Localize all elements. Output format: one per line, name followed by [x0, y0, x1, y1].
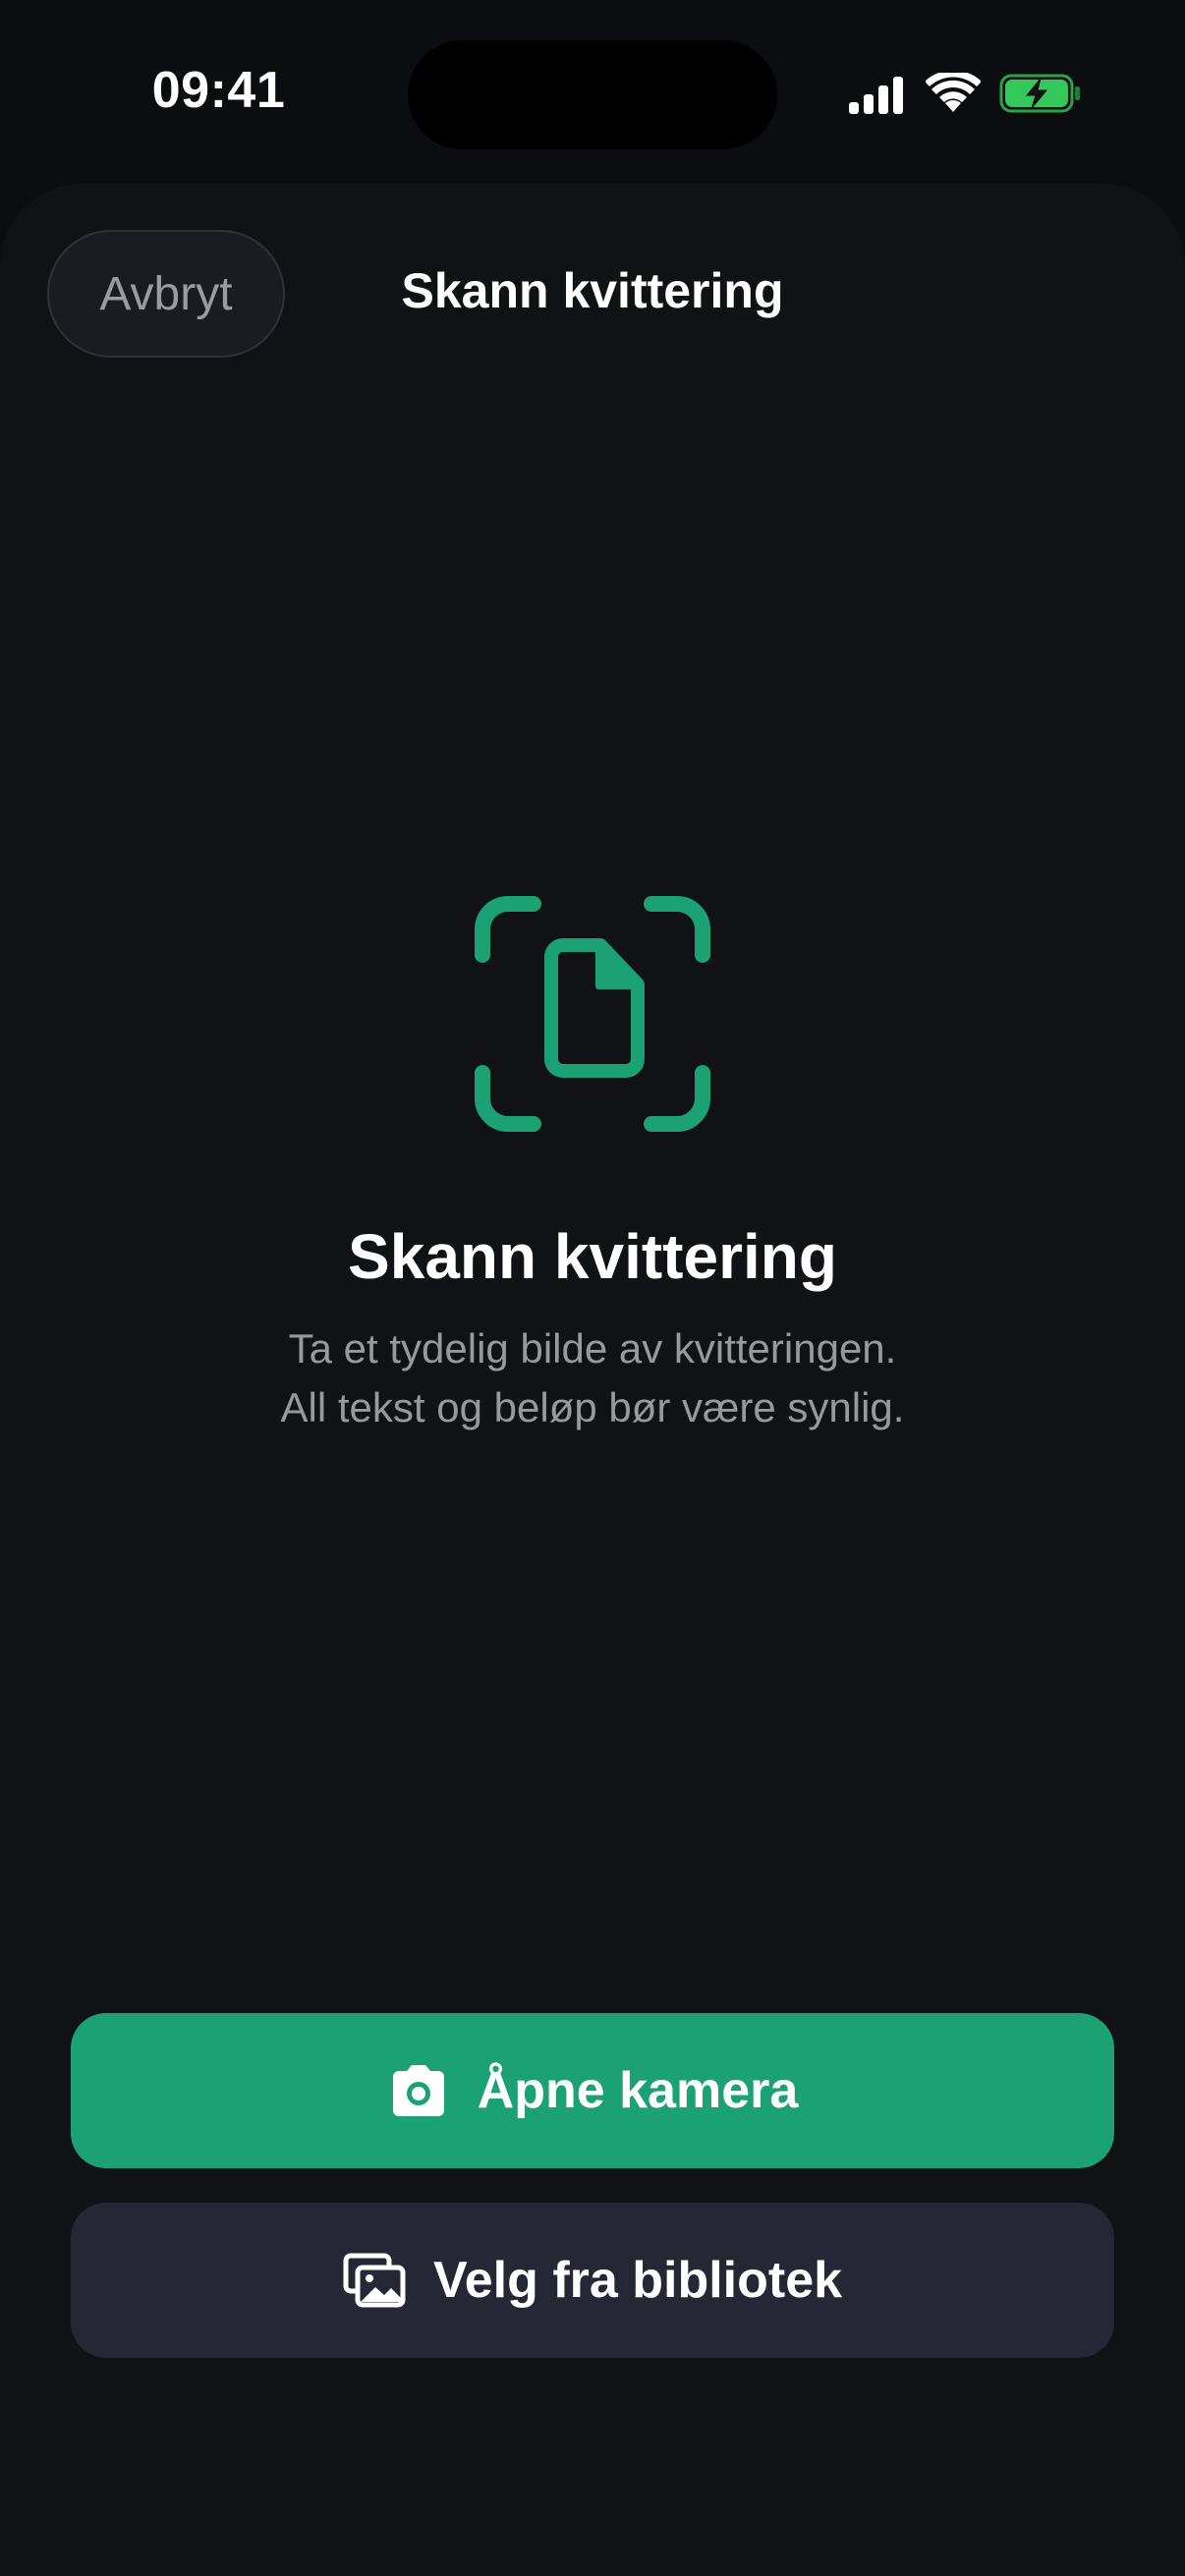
dynamic-island [408, 40, 777, 149]
modal-sheet: Avbryt Skann kvittering Skann kvittering… [0, 184, 1185, 2576]
battery-charging-icon [999, 74, 1080, 113]
hero-subtitle-line-1: Ta et tydelig bilde av kvitteringen. [288, 1325, 897, 1372]
status-time: 09:41 [151, 62, 286, 119]
cancel-button[interactable]: Avbryt [47, 230, 285, 358]
open-camera-button[interactable]: Åpne kamera [71, 2013, 1114, 2168]
choose-from-library-label: Velg fra bibliotek [432, 2252, 843, 2309]
hero-subtitle-line-2: All tekst og beløp bør være synlig. [280, 1384, 905, 1430]
camera-icon [392, 2065, 444, 2116]
nav-title: Skann kvittering [401, 263, 784, 318]
scan-receipt-screen: 09:41 Avbryt Skann kvittering Skann kvit… [0, 0, 1185, 2576]
open-camera-label: Åpne kamera [477, 2062, 799, 2119]
document-scan-icon [475, 896, 710, 1132]
signal-icon [849, 77, 903, 114]
hero-title: Skann kvittering [348, 1221, 837, 1292]
wifi-icon [926, 73, 981, 112]
choose-from-library-button[interactable]: Velg fra bibliotek [71, 2203, 1114, 2358]
status-bar: 09:41 [0, 0, 1185, 187]
status-icons [847, 71, 1083, 118]
photo-library-icon [343, 2253, 406, 2308]
